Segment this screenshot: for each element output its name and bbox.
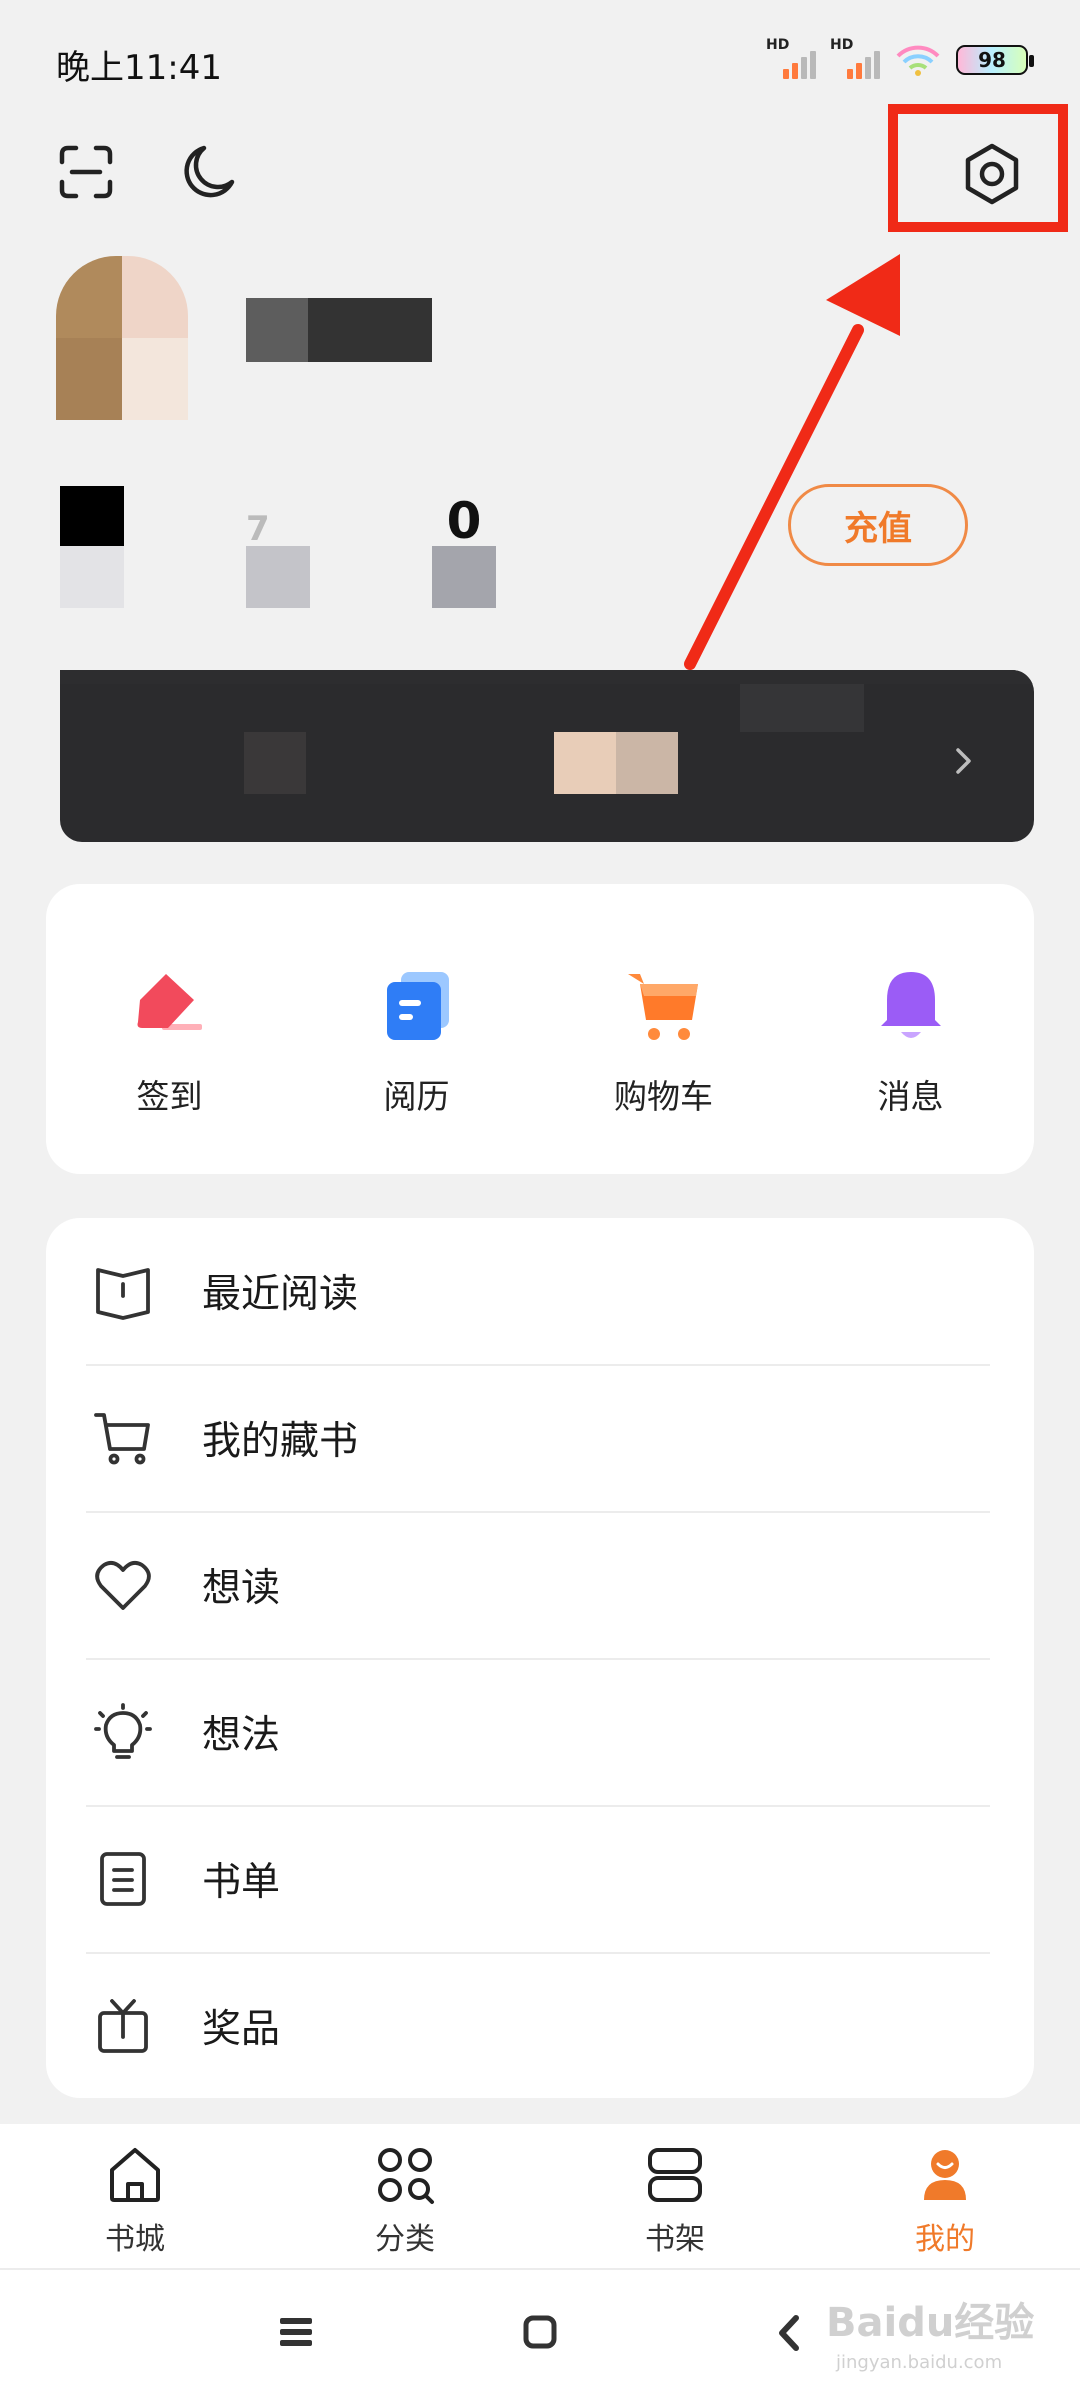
annotation-highlight-box: [888, 104, 1068, 232]
quick-action-label: 阅历: [383, 1077, 450, 1116]
tab-label: 分类: [375, 2222, 435, 2257]
recharge-button[interactable]: 充值: [788, 484, 968, 566]
tab-label: 书城: [105, 2222, 165, 2257]
menu-item-thoughts[interactable]: 想法: [86, 1659, 990, 1805]
cart-outline-icon: [94, 1413, 150, 1465]
list-doc-icon: [100, 1852, 146, 1906]
stat-item[interactable]: 7: [246, 486, 310, 608]
menu-item-book-list[interactable]: 书单: [86, 1806, 990, 1952]
bell-icon: [880, 972, 941, 1038]
quick-action-checkin[interactable]: 签到: [46, 884, 293, 1174]
menu-item-label: 书单: [202, 1860, 281, 1905]
heart-icon: [95, 1560, 151, 1610]
signal-icon: HD: [766, 37, 816, 79]
menu-item-label: 最近阅读: [202, 1272, 359, 1317]
vip-banner[interactable]: [60, 670, 1034, 842]
quick-action-reading-history[interactable]: 阅历: [293, 884, 540, 1174]
tab-bookstore[interactable]: 书城: [0, 2124, 270, 2268]
back-icon[interactable]: [774, 2314, 804, 2352]
chevron-right-icon[interactable]: [948, 744, 978, 778]
stat-label-redacted: [432, 546, 496, 608]
bookshelf-icon: [648, 2148, 702, 2202]
quick-action-label: 购物车: [614, 1077, 713, 1116]
menu-item-prizes[interactable]: 奖品: [86, 1953, 990, 2099]
checkin-icon: [137, 974, 202, 1030]
menu-item-label: 想读: [202, 1566, 281, 1611]
tab-category[interactable]: 分类: [270, 2124, 540, 2268]
book-open-icon: [96, 1268, 150, 1320]
stat-value: 0: [446, 492, 482, 550]
status-time: 晚上11:41: [56, 48, 222, 88]
tab-bookshelf[interactable]: 书架: [540, 2124, 810, 2268]
quick-actions-card: 签到 阅历 购物车 消息: [46, 884, 1034, 1174]
category-icon: [378, 2148, 434, 2204]
wifi-icon: [896, 45, 940, 76]
profile-icon: [924, 2150, 966, 2200]
quick-action-label: 签到: [136, 1077, 203, 1116]
menu-list-card: 最近阅读 我的藏书 想读 想法 书单 奖品: [46, 1218, 1034, 2098]
moon-icon[interactable]: [180, 142, 238, 202]
stat-value: [60, 486, 124, 546]
reading-history-icon: [386, 972, 449, 1040]
cart-icon: [627, 974, 698, 1040]
menu-item-label: 想法: [202, 1713, 281, 1758]
stat-label-redacted: [246, 546, 310, 608]
quick-action-cart[interactable]: 购物车: [540, 884, 787, 1174]
home-icon: [110, 2148, 160, 2202]
avatar[interactable]: [56, 256, 188, 420]
menu-item-recent-reading[interactable]: 最近阅读: [86, 1218, 990, 1364]
signal-icon: HD: [830, 37, 880, 79]
battery-icon: 98: [956, 45, 1034, 75]
menu-item-want-to-read[interactable]: 想读: [86, 1512, 990, 1658]
menu-item-my-collection[interactable]: 我的藏书: [86, 1365, 990, 1511]
home-square-icon[interactable]: [522, 2314, 558, 2350]
bottom-tab-bar: 书城 分类 书架 我的: [0, 2124, 1080, 2270]
status-icons: HD HD 98: [766, 37, 1034, 80]
bulb-icon: [94, 1703, 152, 1759]
stat-value: 7: [246, 509, 270, 549]
username-redacted[interactable]: [246, 298, 432, 362]
tab-label: 我的: [915, 2222, 975, 2257]
tab-mine[interactable]: 我的: [810, 2124, 1080, 2268]
tab-label: 书架: [645, 2222, 705, 2257]
menu-item-label: 奖品: [202, 2007, 281, 2052]
watermark: Baidu经验 jingyan.baidu.com: [826, 2300, 1035, 2373]
stat-item[interactable]: [60, 486, 124, 608]
menu-item-label: 我的藏书: [202, 1419, 359, 1464]
stat-item[interactable]: 0: [432, 486, 496, 608]
scan-icon[interactable]: [58, 144, 114, 200]
quick-action-messages[interactable]: 消息: [787, 884, 1034, 1174]
quick-action-label: 消息: [877, 1077, 944, 1116]
menu-icon[interactable]: [278, 2314, 314, 2350]
gift-icon: [98, 1999, 148, 2053]
stat-label-redacted: [60, 546, 124, 608]
